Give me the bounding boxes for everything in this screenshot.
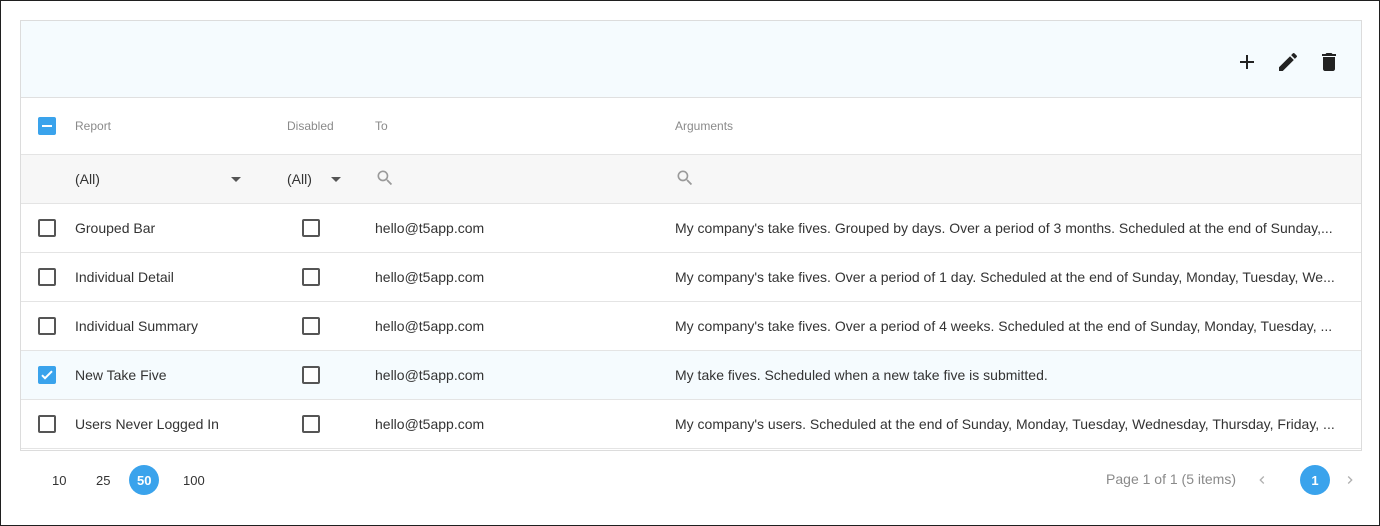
table-body: Grouped Bar hello@t5app.com My company's… [21,204,1361,449]
to-cell: hello@t5app.com [375,367,485,383]
caret-down-icon [231,176,241,182]
disabled-checkbox[interactable] [302,415,320,433]
column-header-report[interactable]: Report [75,98,255,154]
app-frame: Report Disabled To Arguments (All) (All) [0,0,1380,526]
delete-button[interactable] [1314,47,1344,77]
page-size-10[interactable]: 10 [44,465,74,495]
disabled-checkbox[interactable] [302,219,320,237]
pencil-icon [1279,52,1298,71]
disabled-filter-value: (All) [287,171,312,187]
search-icon [675,168,695,191]
column-header-disabled[interactable]: Disabled [287,98,357,154]
filter-row: (All) (All) [21,155,1361,204]
report-filter-dropdown[interactable]: (All) [75,155,255,203]
grid-toolbar [21,21,1361,98]
page-info: Page 1 of 1 (5 items) [1106,471,1236,487]
to-cell: hello@t5app.com [375,416,485,432]
disabled-checkbox[interactable] [302,268,320,286]
plus-icon [1240,55,1254,69]
disabled-checkbox[interactable] [302,317,320,335]
disabled-checkbox[interactable] [302,366,320,384]
column-header-to[interactable]: To [375,98,655,154]
arguments-filter-input[interactable] [675,155,1341,203]
table-row[interactable]: Users Never Logged In hello@t5app.com My… [21,400,1361,449]
page-size-100[interactable]: 100 [175,465,213,495]
next-page-button[interactable] [1340,470,1360,490]
select-all-checkbox[interactable] [38,117,56,135]
report-cell: New Take Five [75,367,167,383]
schedules-grid: Report Disabled To Arguments (All) (All) [20,20,1362,451]
report-cell: Users Never Logged In [75,416,219,432]
report-filter-value: (All) [75,171,100,187]
check-icon [41,370,53,380]
search-icon [375,168,395,191]
prev-page-button[interactable] [1252,470,1272,490]
row-select-checkbox[interactable] [38,366,56,384]
to-cell: hello@t5app.com [375,220,485,236]
table-row[interactable]: New Take Five hello@t5app.com My take fi… [21,351,1361,400]
disabled-filter-dropdown[interactable]: (All) [287,155,357,203]
add-button[interactable] [1232,47,1262,77]
table-row[interactable]: Individual Summary hello@t5app.com My co… [21,302,1361,351]
to-cell: hello@t5app.com [375,318,485,334]
arguments-cell: My company's take fives. Over a period o… [675,269,1335,285]
table-row[interactable]: Grouped Bar hello@t5app.com My company's… [21,204,1361,253]
row-select-checkbox[interactable] [38,415,56,433]
to-filter-input[interactable] [375,155,655,203]
page-size-50[interactable]: 50 [129,465,160,495]
column-header-row: Report Disabled To Arguments [21,98,1361,155]
report-cell: Individual Detail [75,269,174,285]
to-cell: hello@t5app.com [375,269,485,285]
arguments-cell: My take fives. Scheduled when a new take… [675,367,1048,383]
row-select-checkbox[interactable] [38,268,56,286]
report-cell: Grouped Bar [75,220,156,236]
row-select-checkbox[interactable] [38,317,56,335]
column-header-arguments[interactable]: Arguments [675,98,1341,154]
report-cell: Individual Summary [75,318,198,334]
pager: 10 25 50 100 Page 1 of 1 (5 items) 1 [20,451,1362,509]
arguments-cell: My company's take fives. Grouped by days… [675,220,1333,236]
indeterminate-icon [42,125,52,127]
chevron-right-icon [1347,476,1353,484]
page-number-button[interactable]: 1 [1300,465,1330,495]
caret-down-icon [331,176,341,182]
arguments-cell: My company's take fives. Over a period o… [675,318,1333,334]
edit-button[interactable] [1273,47,1303,77]
table-row[interactable]: Individual Detail hello@t5app.com My com… [21,253,1361,302]
trash-icon [1322,53,1336,71]
arguments-cell: My company's users. Scheduled at the end… [675,416,1335,432]
chevron-left-icon [1259,476,1265,484]
row-select-checkbox[interactable] [38,219,56,237]
page-size-25[interactable]: 25 [88,465,118,495]
